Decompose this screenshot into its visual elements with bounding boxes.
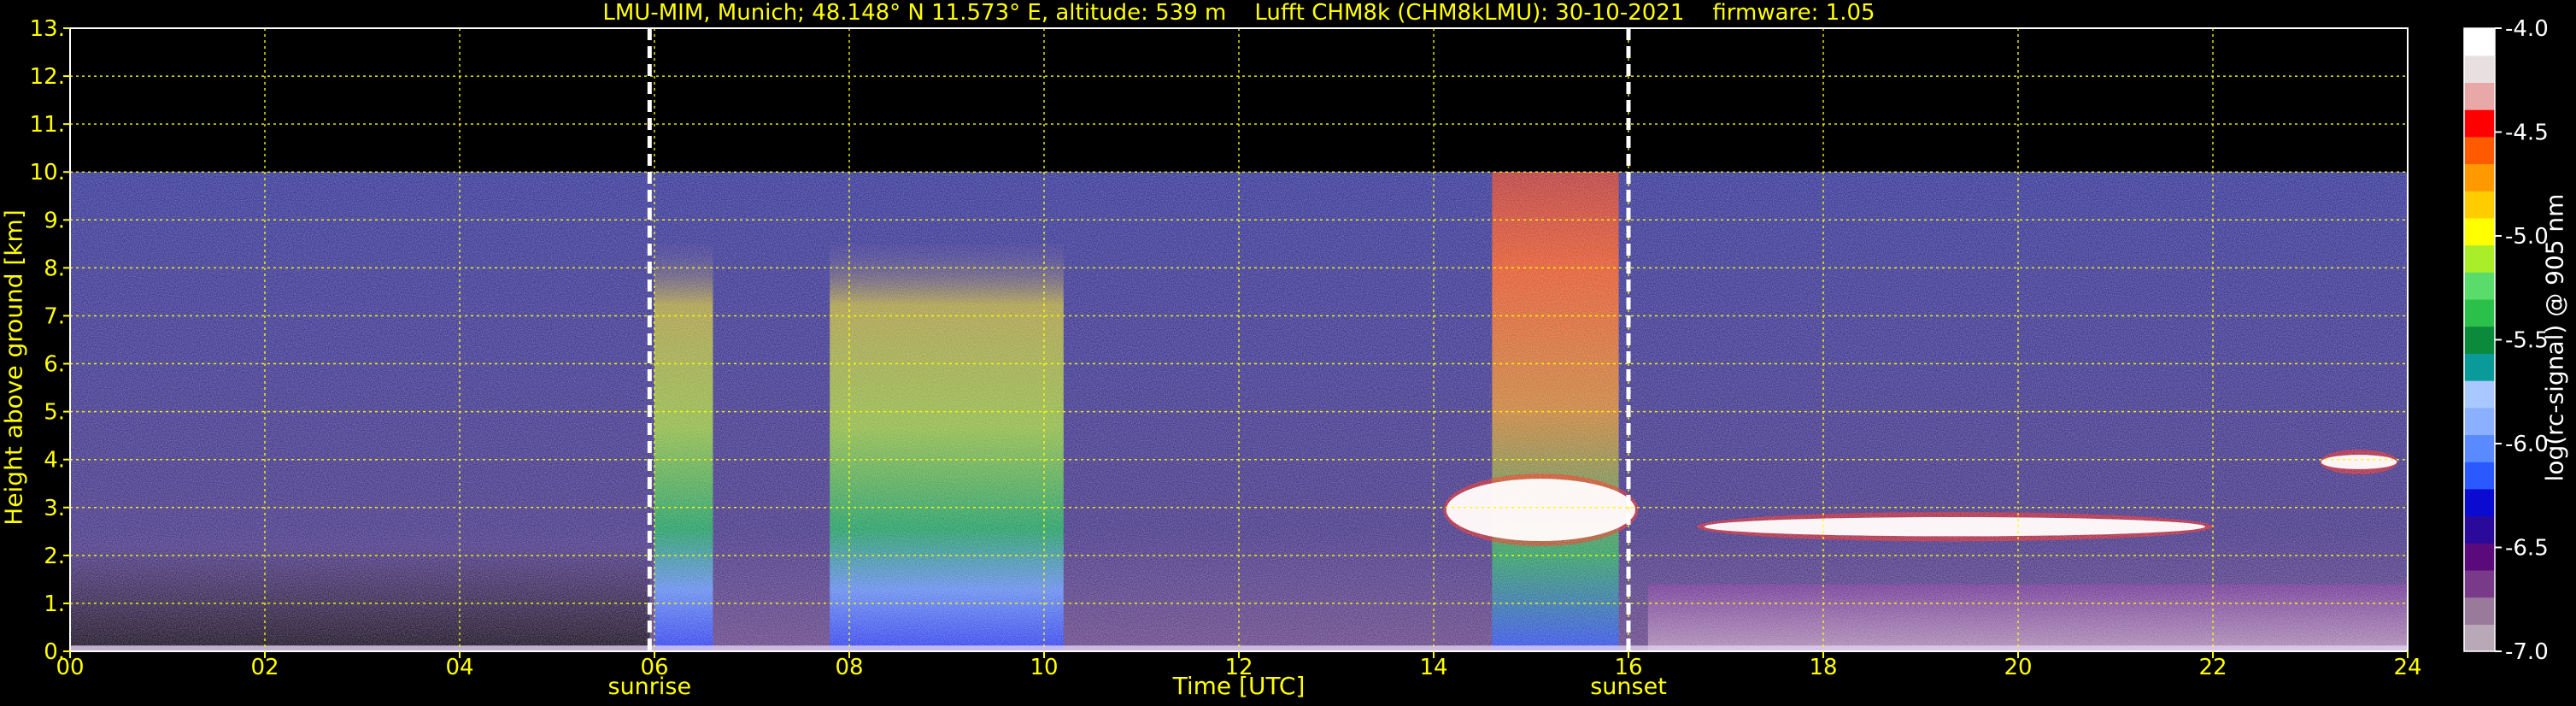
x-axis-label: Time [UTC]	[1172, 672, 1306, 700]
colorbar-swatch	[2464, 434, 2495, 462]
y-tick-label: 1.	[44, 591, 65, 617]
ceilometer-figure: LMU-MIM, Munich; 48.148° N 11.573° E, al…	[0, 0, 2576, 706]
y-tick-label: 5.	[44, 400, 65, 426]
x-tick-label: 04	[445, 655, 473, 680]
x-tick-label: 02	[250, 655, 279, 680]
y-tick-label: 12.	[30, 64, 65, 90]
y-axis-label: Height above ground [km]	[0, 209, 28, 526]
colorbar-swatch	[2464, 28, 2495, 56]
y-tick-label: 7.	[44, 303, 65, 329]
colorbar-swatch	[2464, 82, 2495, 110]
colorbar-tick-label: -6.5	[2505, 536, 2549, 562]
plot-svg: sunrise sunset 00 02 04 06 08 10 12 14 16 18 20 22 24…	[30, 16, 2549, 700]
colorbar-swatch	[2464, 353, 2495, 381]
colorbar-label: log(rc-signal) @ 905 nm	[2540, 193, 2569, 482]
colorbar-swatch	[2464, 326, 2495, 354]
colorbar-swatch	[2464, 380, 2495, 409]
y-tick-label: 11.	[30, 112, 65, 138]
x-tick-label: 20	[2004, 655, 2032, 680]
colorbar-swatch	[2464, 462, 2495, 490]
colorbar-swatch	[2464, 136, 2495, 165]
y-tick-label: 3.	[44, 496, 65, 521]
colorbar-tick-label: -4.0	[2505, 16, 2549, 42]
colorbar-swatch	[2464, 569, 2495, 598]
colorbar-swatch	[2464, 515, 2495, 544]
colorbar-swatch	[2464, 163, 2495, 191]
y-tick-label: 8.	[44, 256, 65, 281]
colorbar-swatch	[2464, 488, 2495, 517]
y-tick-label: 10.	[30, 160, 65, 185]
colorbar-swatch	[2464, 543, 2495, 571]
x-tick-label: 24	[2393, 655, 2421, 680]
colorbar-swatch	[2464, 597, 2495, 625]
x-tick-label: 06	[640, 655, 668, 680]
colorbar-swatch	[2464, 217, 2495, 246]
x-tick-label: 14	[1419, 655, 1447, 680]
x-tick-label: 10	[1030, 655, 1058, 680]
colorbar-swatch	[2464, 109, 2495, 138]
y-tick-label: 6.	[44, 352, 65, 378]
colorbar-swatch	[2464, 191, 2495, 219]
colorbar-tick-label: -7.0	[2505, 639, 2549, 665]
x-tick-label: 18	[1809, 655, 1837, 680]
y-tick-label: 4.	[44, 448, 65, 474]
colorbar-swatch	[2464, 624, 2495, 652]
x-tick-label: 08	[835, 655, 863, 680]
y-tick-label: 9.	[44, 208, 65, 233]
y-tick-label: 13.	[30, 16, 65, 42]
y-tick-label: 0.	[44, 639, 65, 665]
colorbar-swatch	[2464, 298, 2495, 327]
colorbar-swatch	[2464, 272, 2495, 300]
colorbar-swatch	[2464, 55, 2495, 83]
colorbar-swatch	[2464, 407, 2495, 436]
colorbar-swatch	[2464, 244, 2495, 273]
colorbar: -4.0-4.5-5.0-5.5-6.0-6.5-7.0	[2463, 16, 2549, 665]
x-tick-label: 22	[2198, 655, 2227, 680]
y-tick-label: 2.	[44, 544, 65, 569]
x-tick-label: 16	[1614, 655, 1642, 680]
colorbar-tick-label: -4.5	[2505, 121, 2549, 146]
